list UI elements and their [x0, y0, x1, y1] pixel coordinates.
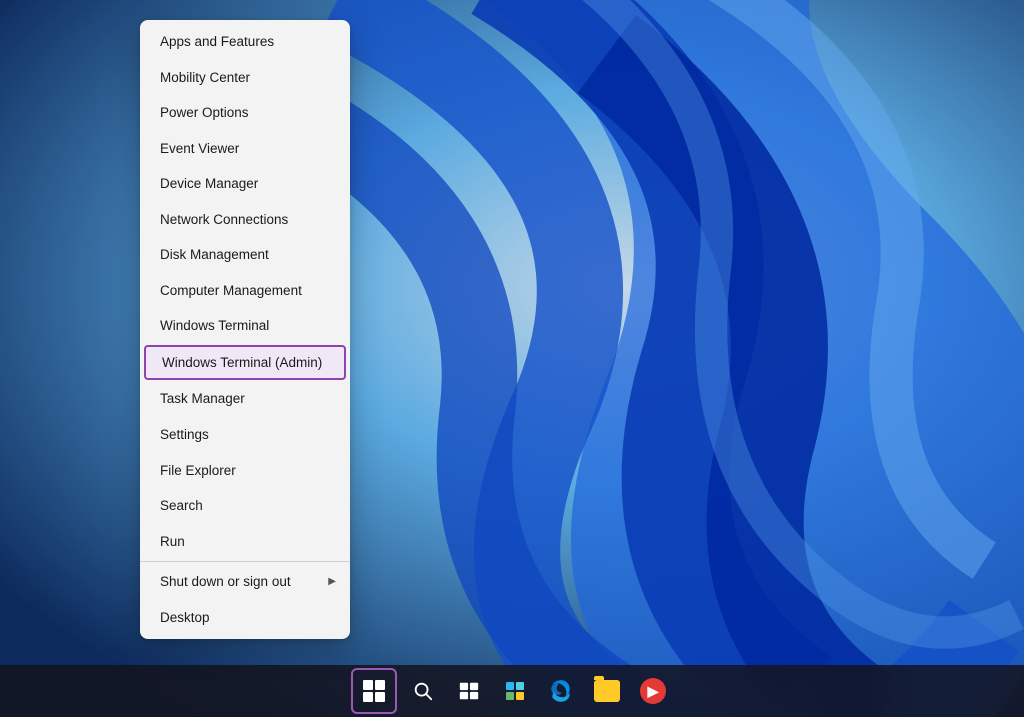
menu-item-shut-down-sign-out[interactable]: Shut down or sign out: [140, 564, 350, 600]
widget-sq-2: [516, 682, 524, 690]
start-button[interactable]: [356, 673, 392, 709]
menu-item-file-explorer[interactable]: File Explorer: [140, 453, 350, 489]
edge-icon: [548, 678, 574, 704]
start-button-wrapper[interactable]: [351, 668, 397, 714]
logo-sq-tr: [375, 680, 385, 690]
widget-sq-3: [506, 692, 514, 700]
taskbar-app-button[interactable]: ▶: [633, 671, 673, 711]
logo-sq-tl: [363, 680, 373, 690]
logo-sq-bl: [363, 692, 373, 702]
menu-item-label-mobility-center: Mobility Center: [160, 69, 250, 87]
menu-item-label-file-explorer: File Explorer: [160, 462, 236, 480]
folder-icon: [594, 680, 620, 702]
widget-sq-1: [506, 682, 514, 690]
menu-item-label-computer-management: Computer Management: [160, 282, 302, 300]
menu-item-label-event-viewer: Event Viewer: [160, 140, 239, 158]
taskbar-task-view-button[interactable]: [449, 671, 489, 711]
context-menu: Apps and Features Mobility Center Power Op…: [140, 20, 350, 639]
menu-divider: [140, 561, 350, 562]
menu-item-disk-management[interactable]: Disk Management: [140, 237, 350, 273]
menu-item-label-apps-features: Apps and Features: [160, 33, 274, 51]
menu-item-event-viewer[interactable]: Event Viewer: [140, 131, 350, 167]
menu-item-device-manager[interactable]: Device Manager: [140, 166, 350, 202]
menu-item-desktop[interactable]: Desktop: [140, 600, 350, 636]
menu-item-label-desktop: Desktop: [160, 609, 210, 627]
menu-item-run[interactable]: Run: [140, 524, 350, 560]
widgets-icon: [506, 682, 524, 700]
menu-item-task-manager[interactable]: Task Manager: [140, 381, 350, 417]
menu-item-mobility-center[interactable]: Mobility Center: [140, 60, 350, 96]
taskbar-file-explorer-button[interactable]: [587, 671, 627, 711]
menu-item-label-device-manager: Device Manager: [160, 175, 258, 193]
menu-item-label-task-manager: Task Manager: [160, 390, 245, 408]
menu-item-label-windows-terminal: Windows Terminal: [160, 317, 269, 335]
taskbar-search-button[interactable]: [403, 671, 443, 711]
menu-item-label-windows-terminal-admin: Windows Terminal (Admin): [162, 354, 322, 372]
desktop: Apps and Features Mobility Center Power Op…: [0, 0, 1024, 717]
menu-item-label-network-connections: Network Connections: [160, 211, 288, 229]
taskbar: ▶: [0, 665, 1024, 717]
menu-item-network-connections[interactable]: Network Connections: [140, 202, 350, 238]
logo-sq-br: [375, 692, 385, 702]
menu-item-settings[interactable]: Settings: [140, 417, 350, 453]
taskbar-edge-button[interactable]: [541, 671, 581, 711]
menu-item-search[interactable]: Search: [140, 488, 350, 524]
taskbar-widgets-button[interactable]: [495, 671, 535, 711]
menu-item-windows-terminal[interactable]: Windows Terminal: [140, 308, 350, 344]
task-view-icon: [458, 680, 480, 702]
menu-item-label-run: Run: [160, 533, 185, 551]
menu-item-windows-terminal-admin[interactable]: Windows Terminal (Admin): [144, 345, 346, 381]
menu-item-power-options[interactable]: Power Options: [140, 95, 350, 131]
search-icon: [412, 680, 434, 702]
app-icon: ▶: [640, 678, 666, 704]
menu-item-apps-features[interactable]: Apps and Features: [140, 24, 350, 60]
widget-sq-4: [516, 692, 524, 700]
menu-item-label-disk-management: Disk Management: [160, 246, 269, 264]
menu-item-label-power-options: Power Options: [160, 104, 249, 122]
menu-item-label-settings: Settings: [160, 426, 209, 444]
menu-item-label-search: Search: [160, 497, 203, 515]
windows-logo: [363, 680, 385, 702]
menu-item-label-shut-down-sign-out: Shut down or sign out: [160, 573, 291, 591]
menu-item-computer-management[interactable]: Computer Management: [140, 273, 350, 309]
